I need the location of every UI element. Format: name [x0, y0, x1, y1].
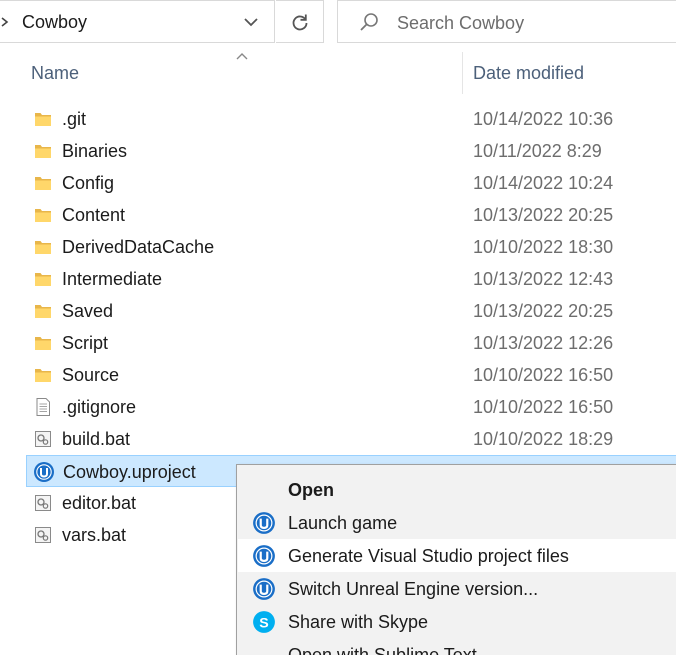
file-name: build.bat	[62, 429, 131, 449]
unreal-engine-icon	[253, 545, 275, 567]
file-row[interactable]: build.bat 10/10/2022 18:29	[26, 423, 676, 455]
column-header-name[interactable]: Name	[31, 63, 79, 84]
file-date-modified: 10/13/2022 20:25	[473, 205, 614, 225]
file-row[interactable]: Config 10/14/2022 10:24	[26, 167, 676, 199]
address-bar[interactable]: Cowboy	[0, 0, 275, 43]
address-path[interactable]: Cowboy	[22, 12, 87, 33]
unreal-engine-icon	[34, 462, 54, 482]
folder-icon	[35, 209, 51, 222]
file-name: Intermediate	[62, 269, 163, 289]
file-date-modified: 10/11/2022 8:29	[473, 141, 602, 161]
batch-file-icon	[35, 431, 51, 447]
context-menu: Open Launch game Generate Visual Studio pr…	[236, 464, 676, 655]
file-date-modified: 10/10/2022 16:50	[473, 397, 614, 417]
file-name: Cowboy.uproject	[63, 462, 196, 482]
folder-icon	[35, 145, 51, 158]
folder-icon	[35, 337, 51, 350]
folder-icon	[35, 177, 51, 190]
chevron-down-icon[interactable]	[242, 15, 260, 29]
file-name: .git	[62, 109, 87, 129]
refresh-button[interactable]	[276, 0, 324, 43]
menu-item-label: Open	[288, 480, 335, 500]
file-date-modified: 10/14/2022 10:24	[473, 173, 614, 193]
menu-item-share-skype[interactable]: S Share with Skype	[238, 605, 676, 638]
file-date-modified: 10/10/2022 16:50	[473, 365, 614, 385]
chevron-right-icon[interactable]	[0, 14, 10, 30]
file-name: Saved	[62, 301, 114, 321]
file-name: vars.bat	[62, 525, 127, 545]
file-date-modified: 10/13/2022 12:43	[473, 269, 614, 289]
file-row[interactable]: Content 10/13/2022 20:25	[26, 199, 676, 231]
menu-item-open[interactable]: Open	[238, 473, 676, 506]
file-date-modified: 10/14/2022 10:36	[473, 109, 614, 129]
sort-ascending-icon	[236, 53, 248, 60]
svg-text:S: S	[259, 615, 268, 631]
file-name: Content	[62, 205, 126, 225]
text-file-icon	[36, 398, 50, 416]
toolbar: Cowboy Search Cowboy	[0, 0, 676, 44]
menu-item-label: Launch game	[288, 513, 398, 533]
file-row[interactable]: .git 10/14/2022 10:36	[26, 103, 676, 135]
unreal-engine-icon	[253, 578, 275, 600]
file-row[interactable]: Saved 10/13/2022 20:25	[26, 295, 676, 327]
file-row[interactable]: Script 10/13/2022 12:26	[26, 327, 676, 359]
menu-item-label: Share with Skype	[288, 612, 429, 632]
menu-item-switch-ue-version[interactable]: Switch Unreal Engine version...	[238, 572, 676, 605]
menu-item-label: Generate Visual Studio project files	[288, 546, 569, 566]
folder-icon	[35, 273, 51, 286]
file-row[interactable]: DerivedDataCache 10/10/2022 18:30	[26, 231, 676, 263]
file-row[interactable]: Binaries 10/11/2022 8:29	[26, 135, 676, 167]
file-date-modified: 10/13/2022 20:25	[473, 301, 614, 321]
file-name: editor.bat	[62, 493, 137, 513]
column-divider[interactable]	[462, 52, 463, 94]
folder-icon	[35, 305, 51, 318]
file-row[interactable]: .gitignore 10/10/2022 16:50	[26, 391, 676, 423]
search-icon	[360, 13, 378, 31]
file-name: Script	[62, 333, 109, 353]
skype-icon: S	[253, 611, 275, 633]
batch-file-icon	[35, 495, 51, 511]
column-header-date-modified[interactable]: Date modified	[473, 63, 584, 84]
file-name: Source	[62, 365, 120, 385]
file-row[interactable]: Intermediate 10/13/2022 12:43	[26, 263, 676, 295]
file-name: Binaries	[62, 141, 128, 161]
file-name: Config	[62, 173, 115, 193]
folder-icon	[35, 369, 51, 382]
menu-item-generate-vs-files[interactable]: Generate Visual Studio project files	[238, 539, 676, 572]
menu-item-launch-game[interactable]: Launch game	[238, 506, 676, 539]
refresh-icon[interactable]	[289, 11, 311, 33]
menu-item-label: Open with Sublime Text	[288, 645, 477, 655]
unreal-engine-icon	[253, 512, 275, 534]
search-placeholder: Search Cowboy	[397, 13, 525, 33]
menu-item-open-sublime[interactable]: Open with Sublime Text	[238, 638, 676, 655]
file-name: .gitignore	[62, 397, 137, 417]
file-date-modified: 10/13/2022 12:26	[473, 333, 614, 353]
file-row[interactable]: Source 10/10/2022 16:50	[26, 359, 676, 391]
menu-item-label: Switch Unreal Engine version...	[288, 579, 539, 599]
search-input[interactable]: Search Cowboy	[337, 0, 676, 43]
folder-icon	[35, 113, 51, 126]
file-date-modified: 10/10/2022 18:29	[473, 429, 614, 449]
file-name: DerivedDataCache	[62, 237, 215, 257]
folder-icon	[35, 241, 51, 254]
batch-file-icon	[35, 527, 51, 543]
file-date-modified: 10/10/2022 18:30	[473, 237, 614, 257]
file-explorer-window: Cowboy Search Cowboy Name Date modified …	[0, 0, 676, 655]
